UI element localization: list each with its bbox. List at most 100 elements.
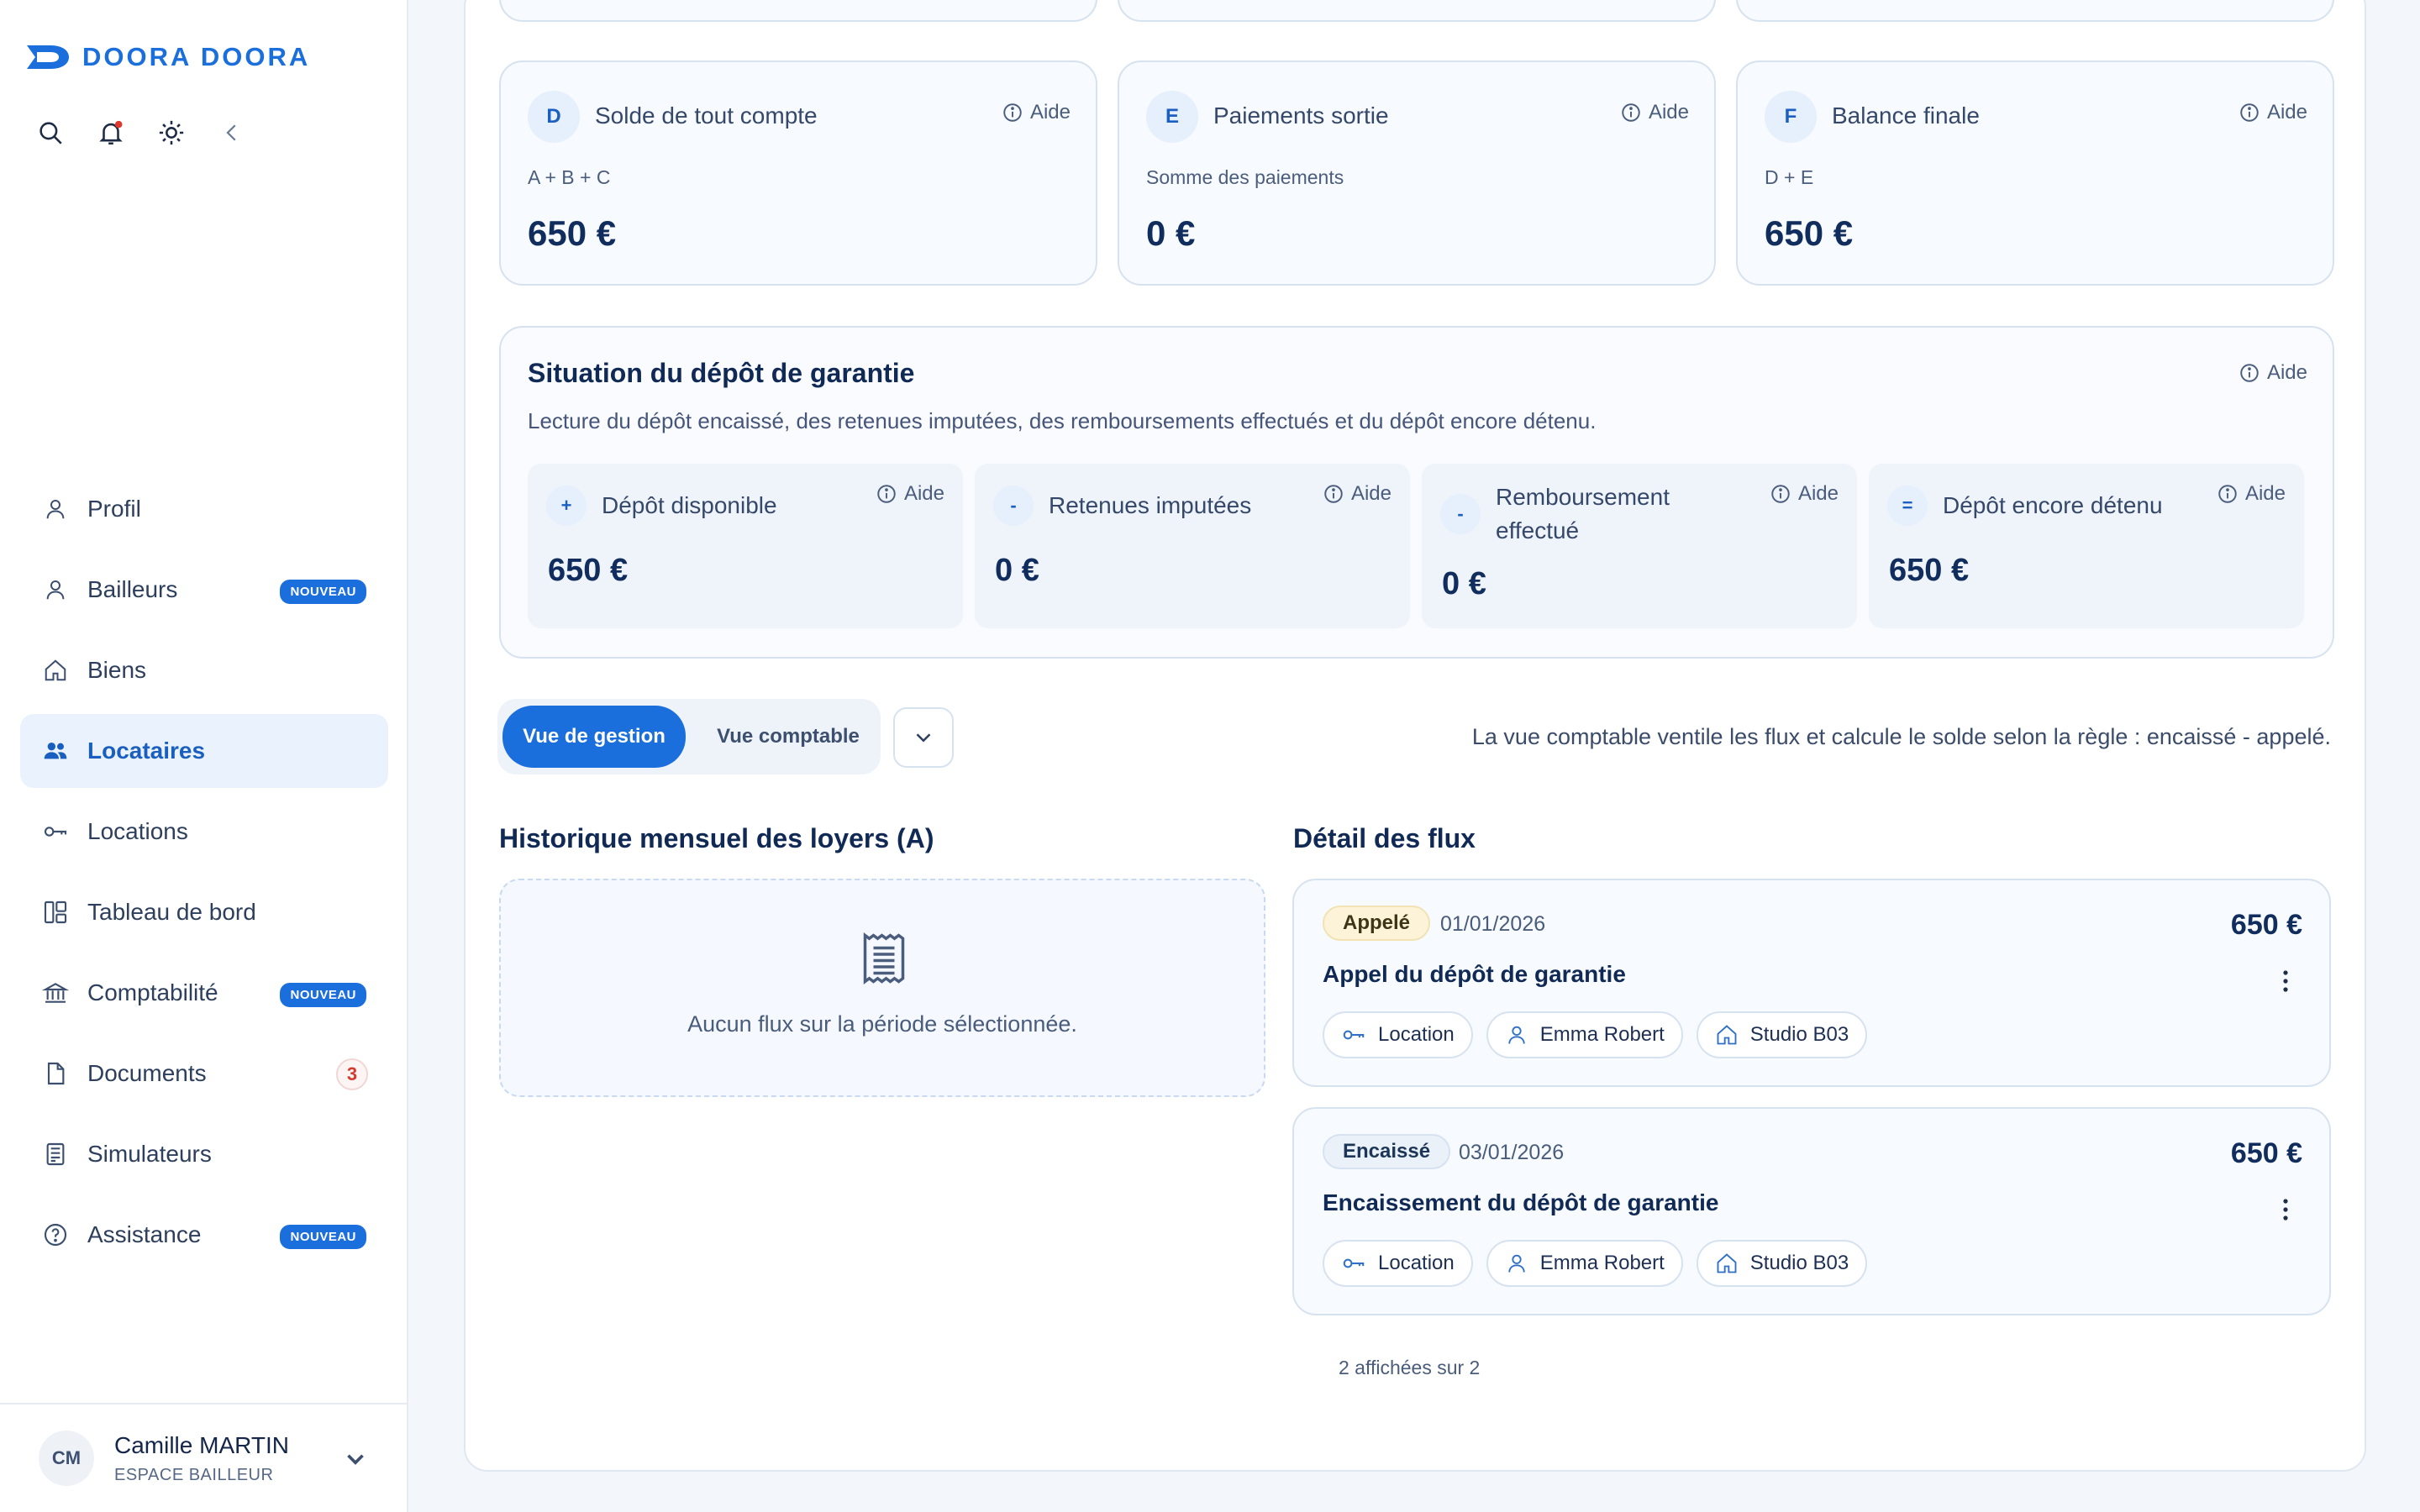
letter-badge: E (1146, 91, 1198, 143)
sign-badge: + (546, 486, 587, 526)
help-label: Aide (1797, 482, 1839, 505)
flow-name: Encaissement du dépôt de garantie (1323, 1189, 1719, 1215)
help-button[interactable]: Aide (2238, 101, 2307, 124)
user-name: Camille MARTIN (114, 1431, 289, 1458)
deposit-refund: - Remboursement effectué Aide 0 € (1422, 464, 1857, 628)
card-title: Solde de tout compte (595, 102, 818, 129)
chip-label: Emma Robert (1539, 1252, 1665, 1274)
sidebar-item-comptabilite[interactable]: Comptabilité NOUVEAU (20, 956, 388, 1030)
view-toggle: Vue de gestion Vue comptable (497, 699, 881, 774)
summary-card-partial (499, 0, 1097, 22)
new-badge: NOUVEAU (280, 983, 366, 1007)
info-icon (2240, 364, 2259, 382)
flow-card[interactable]: Appelé 01/01/2026 650 € Appel du dépôt d… (1292, 879, 2331, 1087)
deposit-item-value: 0 € (995, 553, 1039, 588)
sign-badge: - (993, 486, 1034, 526)
more-options-icon[interactable] (2282, 1198, 2289, 1221)
deposit-item-label: Dépôt disponible (602, 492, 777, 518)
sidebar-item-tableau-de-bord[interactable]: Tableau de bord (20, 875, 388, 949)
chip-property[interactable]: Studio B03 (1696, 1240, 1868, 1287)
flow-card[interactable]: Encaissé 03/01/2026 650 € Encaissement d… (1292, 1107, 2331, 1315)
accounting-view-button[interactable]: Vue comptable (708, 706, 869, 768)
info-icon (1003, 103, 1022, 122)
sidebar-item-simulateurs[interactable]: Simulateurs (20, 1117, 388, 1191)
sidebar-item-label: Profil (87, 496, 141, 522)
help-button[interactable]: Aide (1323, 482, 1392, 506)
new-badge: NOUVEAU (280, 580, 366, 604)
deposit-item-value: 0 € (1442, 566, 1486, 601)
deposit-held: = Dépôt encore détenu Aide 650 € (1869, 464, 2304, 628)
help-button[interactable]: Aide (1770, 482, 1839, 506)
sidebar-item-label: Biens (87, 657, 147, 683)
info-icon (2240, 103, 2259, 122)
user-icon (1508, 1254, 1525, 1273)
sidebar-item-label: Tableau de bord (87, 899, 256, 925)
letter-badge: D (528, 91, 580, 143)
view-dropdown-button[interactable] (893, 707, 954, 768)
sun-icon[interactable] (155, 116, 188, 150)
help-label: Aide (1029, 101, 1071, 123)
help-icon (39, 1218, 72, 1252)
sidebar-item-locations[interactable]: Locations (20, 795, 388, 869)
summary-card-f: F Balance finale Aide D + E 650 € (1736, 60, 2334, 286)
user-menu[interactable]: CM Camille MARTIN ESPACE BAILLEUR (0, 1403, 408, 1512)
count-badge: 3 (336, 1058, 368, 1090)
chip-location[interactable]: Location (1323, 1011, 1473, 1058)
sign-badge: - (1440, 494, 1481, 534)
sidebar-item-profil[interactable]: Profil (20, 472, 388, 546)
search-icon[interactable] (34, 116, 67, 150)
calculator-icon (39, 1137, 72, 1171)
help-button[interactable]: Aide (1620, 101, 1689, 124)
sidebar-item-label: Simulateurs (87, 1141, 212, 1167)
accounting-note: La vue comptable ventile les flux et cal… (1471, 724, 2331, 749)
card-value: 650 € (1765, 213, 1854, 253)
help-button[interactable]: Aide (2238, 361, 2307, 385)
help-button[interactable]: Aide (1002, 101, 1071, 124)
help-label: Aide (1648, 101, 1689, 123)
flow-date: 03/01/2026 (1459, 1141, 1565, 1164)
new-badge: NOUVEAU (280, 1225, 366, 1249)
chip-label: Studio B03 (1749, 1252, 1849, 1274)
deposit-item-label: Retenues imputées (1049, 492, 1252, 518)
help-button[interactable]: Aide (2217, 482, 2286, 506)
summary-card-d: D Solde de tout compte Aide A + B + C 65… (499, 60, 1097, 286)
collapse-icon[interactable] (215, 116, 249, 150)
help-label: Aide (903, 482, 944, 505)
info-icon (1622, 103, 1640, 122)
brand-name: DOORA DOORA (82, 42, 311, 71)
deposit-item-label: Dépôt encore détenu (1943, 492, 2163, 518)
management-view-button[interactable]: Vue de gestion (502, 706, 686, 768)
pagination-count: 2 affichées sur 2 (1339, 1357, 1481, 1378)
flow-amount: 650 € (2230, 909, 2302, 941)
sidebar-item-bailleurs[interactable]: Bailleurs NOUVEAU (20, 553, 388, 627)
deposit-section: Situation du dépôt de garantie Aide Lect… (499, 326, 2334, 659)
more-options-icon[interactable] (2282, 969, 2289, 993)
user-icon (39, 573, 72, 606)
summary-card-partial (1736, 0, 2334, 22)
bank-icon (39, 976, 72, 1010)
letter-badge: F (1765, 91, 1817, 143)
info-icon (1324, 485, 1343, 503)
bell-icon[interactable] (94, 116, 128, 150)
chevron-down-icon[interactable] (341, 1445, 370, 1473)
chip-tenant[interactable]: Emma Robert (1486, 1011, 1683, 1058)
sidebar-item-documents[interactable]: Documents 3 (20, 1037, 388, 1110)
help-label: Aide (1350, 482, 1392, 505)
chip-tenant[interactable]: Emma Robert (1486, 1240, 1683, 1287)
logo[interactable]: DOORA DOORA (25, 42, 310, 72)
dashboard-icon (39, 895, 72, 929)
chip-location[interactable]: Location (1323, 1240, 1473, 1287)
sidebar-item-biens[interactable]: Biens (20, 633, 388, 707)
sidebar-item-locataires[interactable]: Locataires (20, 714, 388, 788)
sidebar-item-label: Assistance (87, 1221, 202, 1247)
chip-property[interactable]: Studio B03 (1696, 1011, 1868, 1058)
chip-label: Emma Robert (1539, 1023, 1665, 1046)
deposit-subtitle: Lecture du dépôt encaissé, des retenues … (528, 408, 1597, 433)
chip-label: Location (1378, 1023, 1455, 1046)
info-icon (877, 485, 896, 503)
sidebar-item-assistance[interactable]: Assistance NOUVEAU (20, 1198, 388, 1272)
sidebar: DOORA DOORA Profil Bailleurs NOUVEAU Bie… (0, 0, 408, 1512)
flow-amount: 650 € (2230, 1137, 2302, 1169)
deposit-retentions: - Retenues imputées Aide 0 € (975, 464, 1410, 628)
help-button[interactable]: Aide (876, 482, 944, 506)
